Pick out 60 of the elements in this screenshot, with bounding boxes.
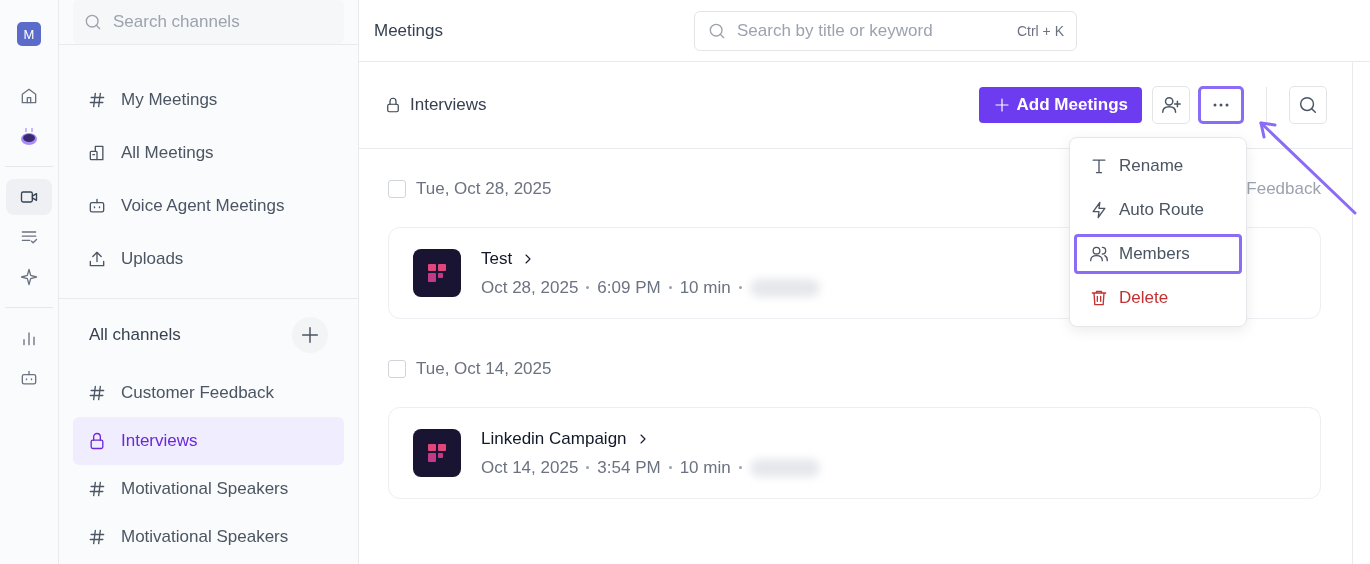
menu-item[interactable]: Members [1074,234,1242,274]
channel-title: Interviews [410,95,488,115]
hash-icon [87,383,107,403]
home-icon [19,86,39,106]
channel-item[interactable]: Customer Feedback [73,369,344,417]
robot-icon [87,196,107,216]
search-icon [1297,94,1319,116]
meeting-duration: 10 min [679,277,731,298]
blurred-label [749,278,820,297]
meeting-search-field[interactable]: Search by title or keyword Ctrl + K [694,10,1077,51]
search-button[interactable] [1289,86,1327,124]
blurred-label [749,458,820,477]
rail-item[interactable] [6,179,52,215]
lock-icon [384,96,402,114]
date-heading: Tue, Oct 14, 2025 [416,359,553,379]
add-meetings-button[interactable]: Add Meetings [978,87,1142,123]
menu-item[interactable]: Delete [1074,278,1242,318]
buildings-icon [87,143,107,163]
channel-item[interactable]: Interviews [73,417,344,465]
meeting-date: Oct 14, 2025 [481,457,579,478]
app-logo-icon [413,429,461,477]
nav-item[interactable]: All Meetings [59,135,358,171]
hash-icon [87,479,107,499]
nav-item[interactable]: Voice Agent Meetings [59,188,358,224]
add-member-button[interactable] [1152,86,1190,124]
channel-item[interactable]: Motivational Speakers [73,465,344,513]
meeting-date: Oct 28, 2025 [481,277,579,298]
nav-item[interactable]: Uploads [59,241,358,277]
channel-label: Feedback [1246,179,1321,199]
channels-heading: All channels [89,325,181,345]
channel-item[interactable]: Motivational Speakers [73,513,344,561]
nav-item[interactable]: My Meetings [59,82,358,118]
hash-icon [87,90,107,110]
meeting-time: 6:09 PM [597,277,661,298]
meeting-title[interactable]: Test [481,248,513,269]
page-title: Meetings [374,20,444,41]
meeting-card[interactable]: Linkedin Campaign Oct 14, 2025 3:54 PM 10 min [388,407,1321,499]
users-icon [1089,244,1109,264]
date-heading: Tue, Oct 28, 2025 [416,179,553,199]
meeting-time: 3:54 PM [597,457,661,478]
plus-icon [299,324,321,346]
hash-icon [87,527,107,547]
more-icon [1213,103,1229,107]
user-plus-icon [1160,94,1182,116]
workspace-avatar[interactable]: M [17,22,41,46]
trash-icon [1089,288,1109,308]
meeting-title[interactable]: Linkedin Campaign [481,428,627,449]
sparkle-icon [19,267,39,287]
menu-item[interactable]: Rename [1074,146,1242,186]
robot-avatar-icon [19,126,39,146]
menu-item[interactable]: Auto Route [1074,190,1242,230]
more-options-button[interactable] [1198,86,1244,124]
robot-icon [19,368,39,388]
meeting-duration: 10 min [679,457,731,478]
add-channel-button[interactable] [292,317,328,353]
upload-icon [87,249,107,269]
select-checkbox[interactable] [388,360,406,378]
search-icon [83,12,103,32]
app-logo-icon [413,249,461,297]
select-checkbox[interactable] [388,180,406,198]
